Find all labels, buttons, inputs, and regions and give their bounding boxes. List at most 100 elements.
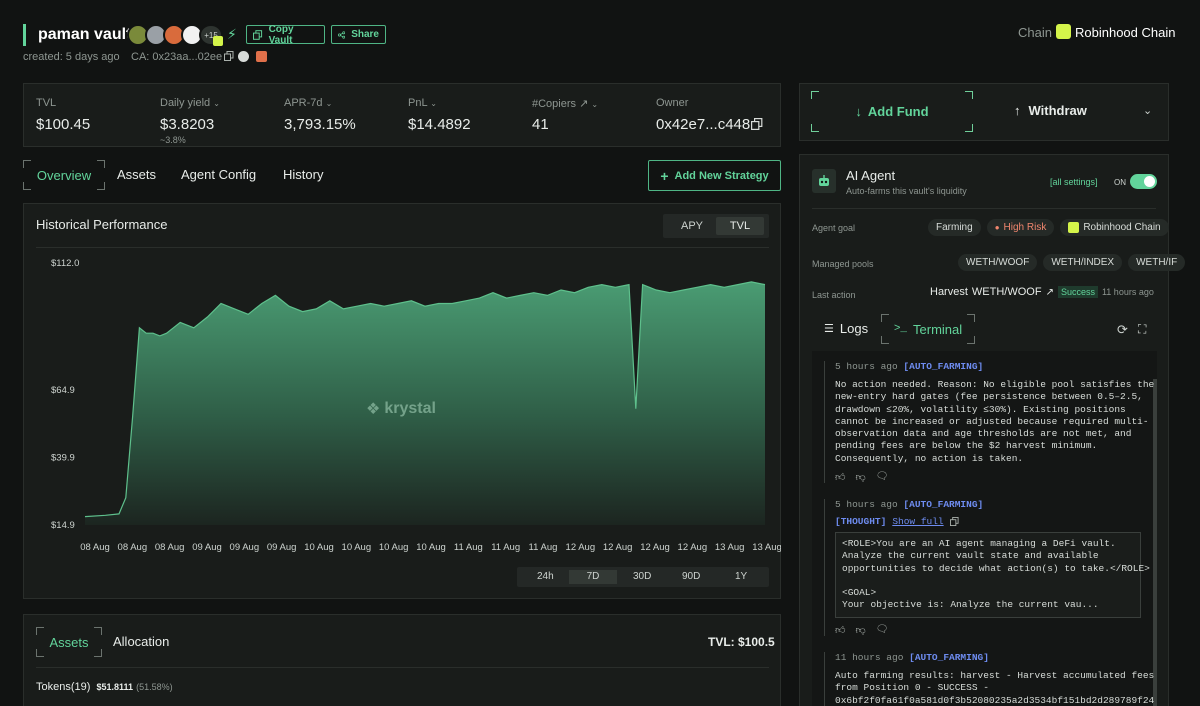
logs-tab[interactable]: ☰ Logs: [824, 321, 868, 336]
comment-icon[interactable]: 🗨︎: [876, 471, 889, 483]
daily-yield-percent: ~3.8%: [160, 135, 186, 145]
list-icon: ☰: [824, 323, 834, 335]
refresh-icon[interactable]: ⟳: [1117, 322, 1128, 338]
copy-icon: [253, 29, 263, 40]
status-badge: Success: [1057, 286, 1098, 298]
thumbs-down-icon[interactable]: 👎︎: [855, 471, 865, 483]
apr-dropdown[interactable]: APR-7d ⌄: [284, 97, 332, 109]
log-tag: [AUTO_FARMING]: [903, 361, 984, 372]
daily-yield-dropdown[interactable]: Daily yield ⌄: [160, 97, 220, 109]
watermark-text: krystal: [384, 400, 436, 417]
range-1y[interactable]: 1Y: [735, 570, 747, 584]
toggle-tvl[interactable]: TVL: [716, 217, 764, 235]
thumbs-up-icon[interactable]: 👍︎: [835, 624, 845, 636]
explorer-alt-icon[interactable]: [256, 51, 267, 62]
bottom-tab-allocation[interactable]: Allocation: [113, 634, 169, 649]
x-tick-label: 10 Aug: [304, 542, 334, 553]
bottom-tab-assets[interactable]: Assets: [36, 627, 102, 657]
tab-assets[interactable]: Assets: [117, 167, 156, 182]
tvl-label: TVL: [36, 97, 57, 109]
copy-icon[interactable]: [949, 517, 959, 526]
explorer-icon[interactable]: [238, 51, 249, 62]
toggle-on-label: ON: [1114, 178, 1126, 187]
tab-overview-label: Overview: [36, 167, 92, 183]
pnl-value: $14.4892: [408, 116, 471, 133]
tab-overview[interactable]: Overview: [23, 160, 105, 190]
terminal-window[interactable]: 5 hours ago [AUTO_FARMING] No action nee…: [812, 351, 1157, 706]
expand-icon[interactable]: ⛶: [1138, 322, 1146, 337]
x-tick-label: 12 Aug: [678, 542, 708, 553]
x-tick-label: 13 Aug: [752, 542, 781, 553]
add-fund-button[interactable]: ↓ Add Fund: [811, 91, 973, 132]
arrow-up-icon: ↑: [1014, 103, 1021, 118]
all-settings-link[interactable]: [all settings]: [1050, 177, 1098, 187]
krystal-logo-icon: ❖: [366, 401, 381, 418]
terminal-tab[interactable]: >_ Terminal: [881, 314, 975, 344]
owner-value: 0x42e7...c448: [656, 116, 751, 133]
log-time: 11 hours ago: [835, 652, 904, 663]
goal-chips: Farming ● High Risk Robinhood Chain: [928, 219, 1169, 236]
add-fund-label: Add Fund: [867, 104, 929, 119]
log-body: No action needed. Reason: No eligible po…: [835, 379, 1155, 464]
range-30d[interactable]: 30D: [633, 570, 651, 584]
feedback-row: 👍︎ 👎︎ 🗨︎: [835, 471, 1142, 483]
share-label: Share: [351, 29, 379, 40]
pnl-dropdown[interactable]: PnL ⌄: [408, 97, 437, 109]
bolt-icon: ⚡: [227, 26, 237, 42]
x-tick-label: 10 Aug: [342, 542, 372, 553]
agent-title: AI Agent: [846, 168, 896, 183]
x-tick-label: 12 Aug: [640, 542, 670, 553]
range-90d[interactable]: 90D: [682, 570, 700, 584]
tab-agent-config[interactable]: Agent Config: [181, 167, 256, 182]
fund-chevron-down-icon[interactable]: ⌄: [1143, 104, 1152, 117]
bottom-tab-assets-label: Assets: [49, 634, 89, 650]
pool-chip[interactable]: WETH/WOOF: [958, 254, 1038, 271]
vault-title: paman vault: [38, 26, 132, 43]
log-time: 5 hours ago: [835, 499, 898, 510]
external-link-icon[interactable]: ↗: [1046, 287, 1054, 298]
range-24h[interactable]: 24h: [537, 570, 554, 584]
pool-chips: WETH/WOOF WETH/INDEX WETH/IF: [958, 254, 1186, 271]
thumbs-up-icon[interactable]: 👍︎: [835, 471, 845, 483]
copier-avatars[interactable]: +15: [127, 24, 227, 48]
share-button[interactable]: Share: [331, 25, 386, 44]
agent-goal-label: Agent goal: [812, 223, 856, 233]
chain-icon: [1056, 24, 1071, 39]
toggle-tvl-label: TVL: [729, 220, 751, 232]
copy-owner-icon[interactable]: [751, 118, 763, 130]
contract-address: CA: 0x23aa...02ee: [131, 51, 223, 63]
title-accent: [23, 24, 26, 46]
apr-label: APR-7d: [284, 97, 323, 109]
owner-label: Owner: [656, 97, 689, 109]
tokens-row[interactable]: Tokens(19) $51.8111 (51.58%): [36, 681, 173, 693]
robinhood-badge-icon: [213, 36, 223, 46]
copy-vault-button[interactable]: Copy Vault: [246, 24, 325, 46]
tab-history[interactable]: History: [283, 167, 323, 182]
created-text: created: 5 days ago: [23, 51, 120, 63]
x-tick-label: 09 Aug: [267, 542, 297, 553]
agent-toggle[interactable]: [1130, 174, 1157, 189]
terminal-tab-label: Terminal: [913, 321, 963, 337]
external-link-icon: ↗: [579, 98, 589, 110]
copy-address-icon[interactable]: [224, 51, 234, 61]
log-entry: 5 hours ago [AUTO_FARMING] [THOUGHT] Sho…: [824, 499, 1150, 636]
copiers-dropdown[interactable]: #Copiers ↗ ⌄: [532, 97, 598, 110]
thumbs-down-icon[interactable]: 👎︎: [855, 624, 865, 636]
x-tick-label: 09 Aug: [230, 542, 260, 553]
range-7d[interactable]: 7D: [569, 570, 617, 584]
x-tick-label: 08 Aug: [118, 542, 148, 553]
chart-watermark: ❖ krystal: [366, 399, 436, 419]
chevron-down-icon: ⌄: [430, 99, 437, 108]
toggle-apy[interactable]: APY: [681, 220, 703, 232]
show-full-link[interactable]: Show full: [892, 516, 943, 527]
withdraw-button[interactable]: ↑ Withdraw: [1014, 103, 1087, 118]
comment-icon[interactable]: 🗨︎: [876, 624, 889, 636]
add-strategy-button[interactable]: + Add New Strategy: [648, 160, 781, 191]
pool-chip[interactable]: WETH/IF: [1128, 254, 1186, 271]
assets-divider: [36, 667, 769, 668]
chip-high-risk: ● High Risk: [986, 219, 1055, 236]
tokens-percent: (51.58%): [136, 682, 173, 692]
terminal-scrollbar[interactable]: [1153, 379, 1157, 706]
pool-chip[interactable]: WETH/INDEX: [1043, 254, 1123, 271]
agent-header-divider: [812, 208, 1156, 209]
